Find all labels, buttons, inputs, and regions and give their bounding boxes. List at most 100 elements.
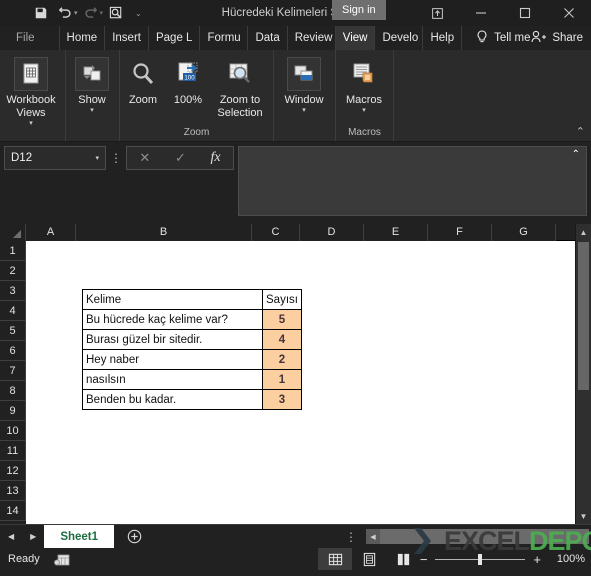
- row-header-4[interactable]: 4: [0, 301, 26, 321]
- column-header-f[interactable]: F: [428, 224, 492, 241]
- macros-button[interactable]: Macros ▾: [336, 54, 392, 115]
- table-row[interactable]: Hey naber 2: [82, 349, 302, 370]
- cell-c7[interactable]: 1: [262, 369, 302, 390]
- show-button[interactable]: Show ▾: [66, 54, 118, 115]
- formula-input[interactable]: ⌃: [238, 146, 587, 216]
- tell-me-box[interactable]: Tell me: [476, 26, 531, 50]
- maximize-icon[interactable]: [503, 0, 547, 26]
- row-header-11[interactable]: 11: [0, 441, 26, 461]
- zoom-in-icon[interactable]: +: [533, 552, 541, 567]
- zoom-level-label[interactable]: 100%: [549, 553, 585, 565]
- sign-in-button[interactable]: Sign in: [332, 0, 386, 20]
- cell-c6[interactable]: 2: [262, 349, 302, 370]
- all-sheets-icon[interactable]: ⋮: [345, 525, 357, 549]
- tab-help[interactable]: Help: [423, 26, 463, 50]
- table-row[interactable]: Bu hücrede kaç kelime var? 5: [82, 309, 302, 330]
- cell-b8[interactable]: Benden bu kadar.: [82, 389, 263, 410]
- chevron-down-icon[interactable]: ▾: [302, 107, 306, 115]
- row-header-12[interactable]: 12: [0, 461, 26, 481]
- row-header-10[interactable]: 10: [0, 421, 26, 441]
- row-header-6[interactable]: 6: [0, 341, 26, 361]
- undo-icon[interactable]: [54, 2, 76, 24]
- formula-bar-overflow-icon[interactable]: ⋮: [106, 146, 126, 170]
- row-header-2[interactable]: 2: [0, 261, 26, 281]
- column-header-g[interactable]: G: [492, 224, 556, 241]
- zoom-slider-thumb[interactable]: [478, 553, 483, 565]
- table-row[interactable]: Benden bu kadar. 3: [82, 389, 302, 410]
- tab-developer[interactable]: Develo: [375, 26, 424, 50]
- normal-view-button[interactable]: [318, 548, 352, 570]
- tab-insert[interactable]: Insert: [105, 26, 149, 50]
- sheet-tab-sheet1[interactable]: Sheet1: [44, 525, 115, 548]
- cell-c4[interactable]: 5: [262, 309, 302, 330]
- minimize-icon[interactable]: [459, 0, 503, 26]
- table-row[interactable]: nasılsın 1: [82, 369, 302, 390]
- cancel-icon[interactable]: ✕: [139, 150, 150, 166]
- cell-b4[interactable]: Bu hücrede kaç kelime var?: [82, 309, 263, 330]
- column-header-a[interactable]: A: [26, 224, 76, 241]
- column-header-c[interactable]: C: [252, 224, 300, 241]
- vertical-scroll-thumb[interactable]: [578, 242, 589, 390]
- page-break-preview-button[interactable]: [386, 548, 420, 570]
- scroll-left-icon[interactable]: ◀: [366, 529, 380, 544]
- scroll-down-icon[interactable]: ▼: [576, 508, 591, 524]
- name-box[interactable]: D12 ▾: [4, 146, 106, 170]
- next-sheet-icon[interactable]: ▶: [30, 532, 36, 541]
- cell-b6[interactable]: Hey naber: [82, 349, 263, 370]
- chevron-down-icon[interactable]: ▾: [90, 107, 94, 115]
- zoom-to-selection-button[interactable]: Zoom to Selection: [210, 54, 270, 120]
- cell-b7[interactable]: nasılsın: [82, 369, 263, 390]
- tab-view[interactable]: View: [335, 26, 376, 50]
- save-icon[interactable]: [30, 2, 52, 24]
- collapse-formula-bar-icon[interactable]: ⌃: [572, 149, 580, 160]
- cell-c5[interactable]: 4: [262, 329, 302, 350]
- column-header-d[interactable]: D: [300, 224, 364, 241]
- undo-dropdown-icon[interactable]: ▾: [74, 9, 78, 17]
- tab-review[interactable]: Review: [288, 26, 336, 50]
- macro-recording-icon[interactable]: [53, 553, 70, 566]
- row-header-14[interactable]: 14: [0, 501, 26, 521]
- enter-icon[interactable]: ✓: [175, 150, 186, 166]
- chevron-down-icon[interactable]: ▾: [29, 120, 33, 128]
- close-icon[interactable]: [547, 0, 591, 26]
- collapse-ribbon-icon[interactable]: ⌃: [576, 125, 585, 138]
- zoom-100-button[interactable]: 100 100%: [166, 54, 210, 107]
- tab-file[interactable]: File: [6, 26, 45, 50]
- chevron-down-icon[interactable]: ▾: [362, 107, 366, 115]
- add-sheet-icon[interactable]: [114, 525, 154, 548]
- cell-c3[interactable]: Sayısı: [262, 289, 302, 310]
- share-button[interactable]: Share: [531, 26, 583, 50]
- workbook-views-button[interactable]: Workbook Views ▾: [0, 54, 62, 128]
- row-header-1[interactable]: 1: [0, 241, 26, 261]
- previous-sheet-icon[interactable]: ◀: [8, 532, 14, 541]
- scroll-up-icon[interactable]: ▲: [576, 224, 591, 240]
- cell-b3[interactable]: Kelime: [82, 289, 263, 310]
- zoom-out-icon[interactable]: −: [420, 552, 428, 567]
- horizontal-scroll-thumb[interactable]: [380, 529, 589, 544]
- insert-function-icon[interactable]: fx: [211, 150, 221, 166]
- tab-formulas[interactable]: Formu: [200, 26, 249, 50]
- column-header-b[interactable]: B: [76, 224, 252, 241]
- horizontal-scrollbar[interactable]: ◀: [366, 529, 589, 544]
- page-layout-view-button[interactable]: [352, 548, 386, 570]
- row-header-7[interactable]: 7: [0, 361, 26, 381]
- cell-b5[interactable]: Burası güzel bir sitedir.: [82, 329, 263, 350]
- zoom-slider[interactable]: [435, 553, 526, 565]
- tab-data[interactable]: Data: [248, 26, 288, 50]
- column-header-e[interactable]: E: [364, 224, 428, 241]
- ribbon-display-options-icon[interactable]: [415, 0, 459, 26]
- search-icon[interactable]: [105, 2, 127, 24]
- select-all-corner[interactable]: [0, 224, 26, 241]
- tab-page-layout[interactable]: Page L: [149, 26, 201, 50]
- customize-quick-access-icon[interactable]: ⌄: [135, 9, 142, 18]
- cell-area[interactable]: Kelime Sayısı Bu hücrede kaç kelime var?…: [26, 241, 591, 524]
- cell-c8[interactable]: 3: [262, 389, 302, 410]
- table-row-header[interactable]: Kelime Sayısı: [82, 289, 302, 310]
- row-header-3[interactable]: 3: [0, 281, 26, 301]
- row-header-13[interactable]: 13: [0, 481, 26, 501]
- table-row[interactable]: Burası güzel bir sitedir. 4: [82, 329, 302, 350]
- window-button[interactable]: Window ▾: [274, 54, 334, 115]
- row-header-8[interactable]: 8: [0, 381, 26, 401]
- tab-home[interactable]: Home: [58, 26, 106, 50]
- vertical-scrollbar[interactable]: ▲ ▼: [575, 224, 591, 524]
